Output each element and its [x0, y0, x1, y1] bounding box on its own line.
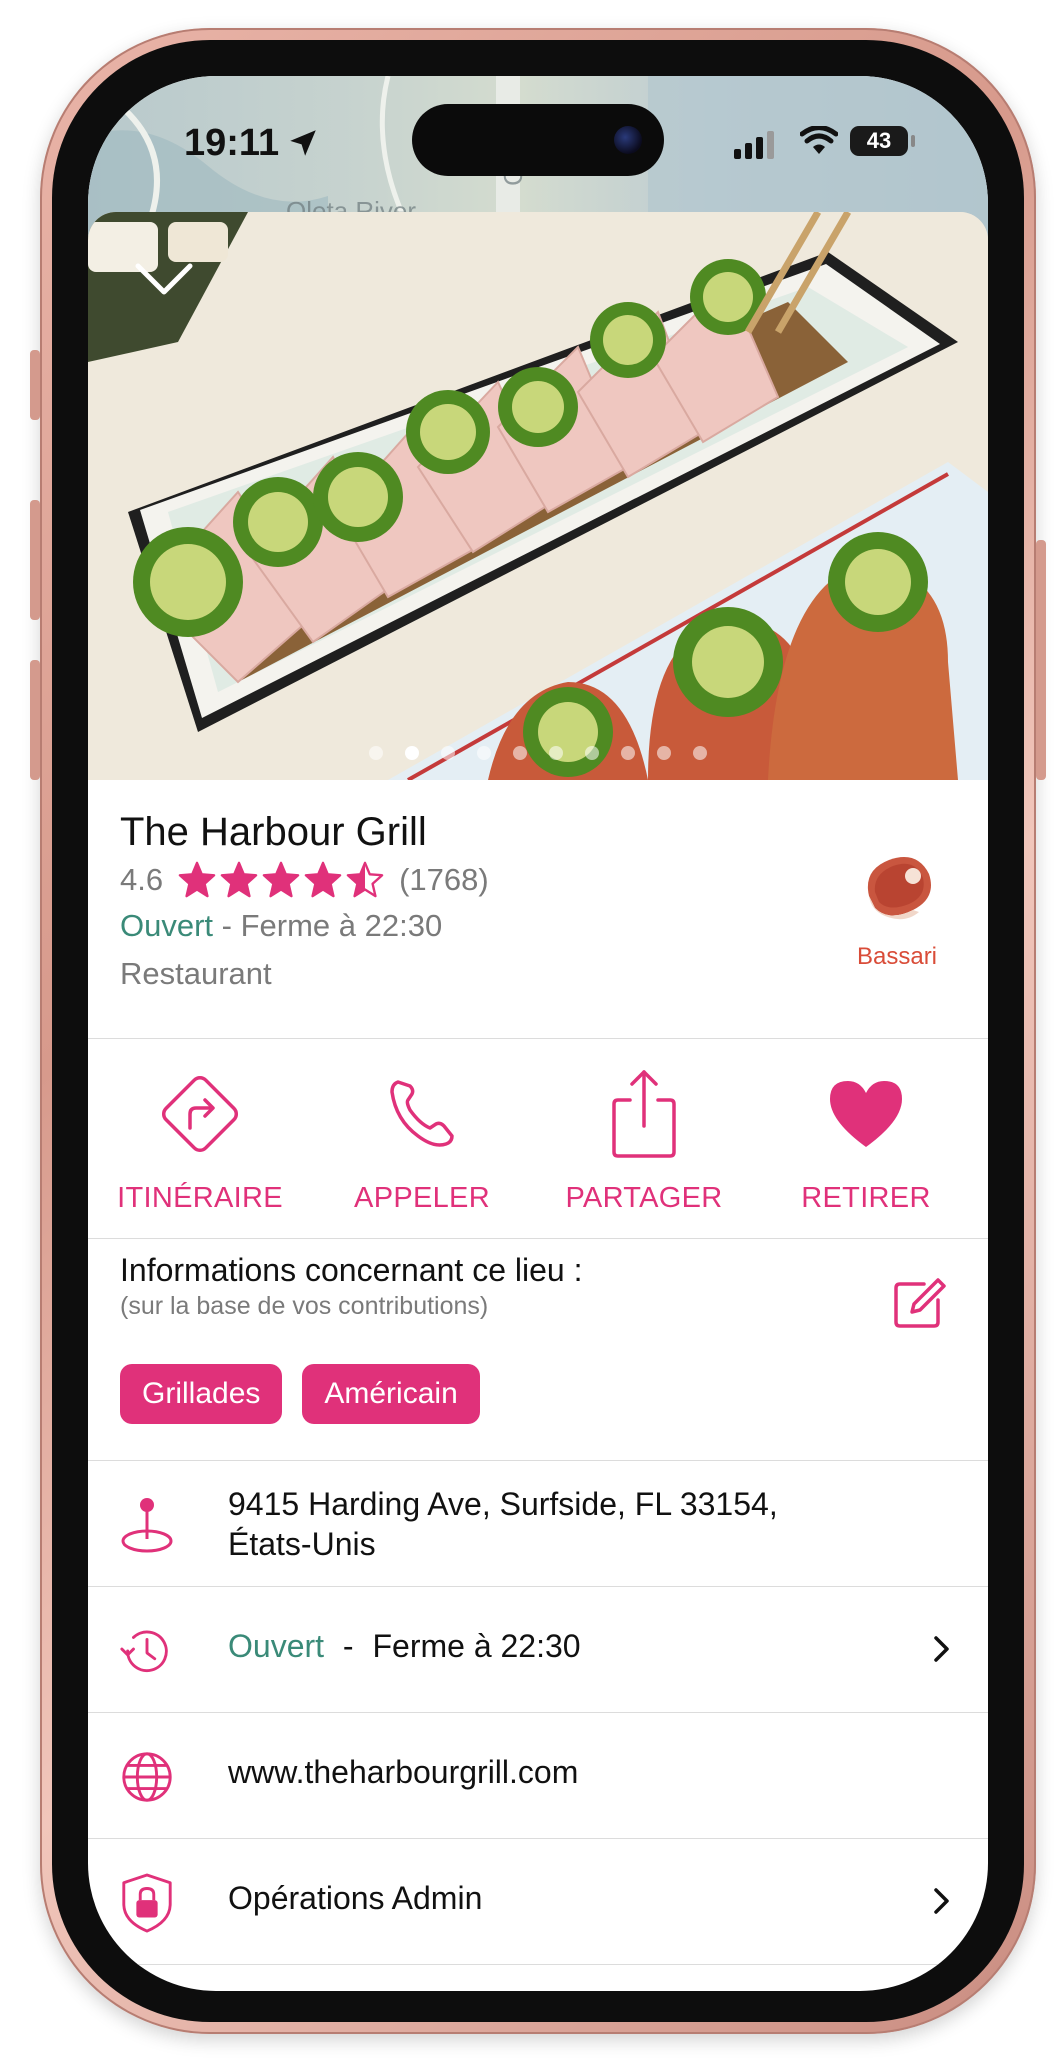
side-button-left-2: [30, 500, 40, 620]
shield-lock-icon: [122, 1873, 172, 1933]
star-full-icon: [178, 861, 216, 898]
cellular-signal-icon: [734, 131, 774, 159]
hours-text: Ouvert - Ferme à 22:30: [228, 1628, 581, 1665]
edit-icon[interactable]: [888, 1274, 948, 1334]
hours-row[interactable]: Ouvert - Ferme à 22:30: [88, 1586, 988, 1712]
pagination-dot[interactable]: [621, 746, 635, 760]
divider-7: [88, 1964, 988, 1965]
hours-open-status: Ouvert: [228, 1628, 325, 1664]
tag-list: Grillades Américain: [120, 1364, 500, 1424]
location-arrow-icon: [290, 130, 316, 156]
rating-value: 4.6: [120, 862, 164, 897]
pagination-dot[interactable]: [585, 746, 599, 760]
address-text: 9415 Harding Ave, Surfside, FL 33154, Ét…: [228, 1484, 778, 1564]
pagination-dot[interactable]: [441, 746, 455, 760]
globe-icon: [122, 1752, 172, 1802]
directions-label: ITINÉRAIRE: [117, 1182, 283, 1214]
closing-time: - Ferme à 22:30: [213, 908, 443, 943]
directions-icon: [161, 1075, 239, 1153]
directions-button[interactable]: ITINÉRAIRE: [100, 1064, 300, 1215]
remove-favorite-button[interactable]: RETIRER: [766, 1064, 966, 1215]
photo-pagination-dots[interactable]: [88, 746, 988, 760]
steak-icon: [867, 857, 931, 920]
phone-icon: [390, 1080, 454, 1147]
battery-cap: [911, 135, 915, 147]
star-full-icon: [262, 861, 300, 898]
rating-stars: [177, 861, 387, 899]
chevron-right-icon: [934, 1888, 949, 1914]
share-label: PARTAGER: [565, 1182, 723, 1214]
chevron-right-icon: [934, 1636, 949, 1662]
rating-count: (1768): [399, 862, 489, 897]
address-line-2: États-Unis: [228, 1526, 376, 1562]
category-badge[interactable]: Bassari: [842, 846, 952, 971]
pagination-dot[interactable]: [513, 746, 527, 760]
side-button-left-3: [30, 660, 40, 780]
remove-label: RETIRER: [801, 1182, 931, 1214]
website-link[interactable]: www.theharbourgrill.com: [228, 1754, 578, 1791]
front-camera: [614, 126, 642, 154]
address-row[interactable]: 9415 Harding Ave, Surfside, FL 33154, Ét…: [88, 1460, 988, 1586]
star-half-icon: [346, 861, 384, 898]
call-button[interactable]: APPELER: [322, 1064, 522, 1215]
clock-history-icon: [120, 1630, 168, 1673]
place-name: The Harbour Grill: [120, 810, 427, 854]
tag-americain[interactable]: Américain: [302, 1364, 480, 1424]
status-bar: 19:11 43: [88, 76, 988, 196]
pagination-dot[interactable]: [549, 746, 563, 760]
share-icon: [612, 1070, 676, 1158]
tag-grillades[interactable]: Grillades: [120, 1364, 283, 1424]
contributions-title: Informations concernant ce lieu :: [120, 1252, 583, 1288]
star-full-icon: [304, 861, 342, 898]
pagination-dot[interactable]: [657, 746, 671, 760]
location-pin-icon: [121, 1498, 173, 1553]
call-label: APPELER: [354, 1182, 490, 1214]
status-time: 19:11: [184, 122, 280, 164]
badge-label: Bassari: [856, 943, 938, 970]
pagination-dot[interactable]: [369, 746, 383, 760]
screen: Oleta River Co ve 19:11 43: [88, 76, 988, 1991]
hero-photo[interactable]: [88, 212, 988, 780]
share-button[interactable]: PARTAGER: [544, 1064, 744, 1215]
side-button-right: [1036, 540, 1046, 780]
admin-label: Opérations Admin: [228, 1880, 483, 1916]
hours-close-time: Ferme à 22:30: [372, 1628, 581, 1664]
place-category: Restaurant: [120, 956, 272, 991]
star-full-icon: [220, 861, 258, 898]
pagination-dot[interactable]: [477, 746, 491, 760]
battery-indicator: 43: [850, 126, 908, 156]
heart-icon: [830, 1081, 902, 1147]
open-status: Ouvert: [120, 908, 214, 943]
collapse-chevron-icon[interactable]: [132, 260, 196, 300]
divider-1: [88, 1038, 988, 1039]
hours-summary: Ouvert - Ferme à 22:30: [120, 908, 442, 944]
pagination-dot[interactable]: [693, 746, 707, 760]
hours-separator: -: [342, 1628, 354, 1664]
pagination-dot[interactable]: [405, 746, 419, 760]
website-row[interactable]: www.theharbourgrill.com: [88, 1712, 988, 1838]
action-bar: ITINÉRAIRE APPELER PARTAGER RETIRER: [88, 1064, 988, 1224]
admin-row[interactable]: Opérations Admin: [88, 1838, 988, 1964]
food-photo-illustration: [88, 212, 988, 780]
address-line-1: 9415 Harding Ave, Surfside, FL 33154,: [228, 1486, 778, 1522]
divider-2: [88, 1238, 988, 1239]
wifi-icon: [800, 126, 838, 154]
rating-row[interactable]: 4.6 (1768): [120, 860, 489, 900]
contributions-subtitle: (sur la base de vos contributions): [120, 1292, 489, 1320]
dynamic-island: [412, 104, 664, 176]
side-button-left-1: [30, 350, 40, 420]
